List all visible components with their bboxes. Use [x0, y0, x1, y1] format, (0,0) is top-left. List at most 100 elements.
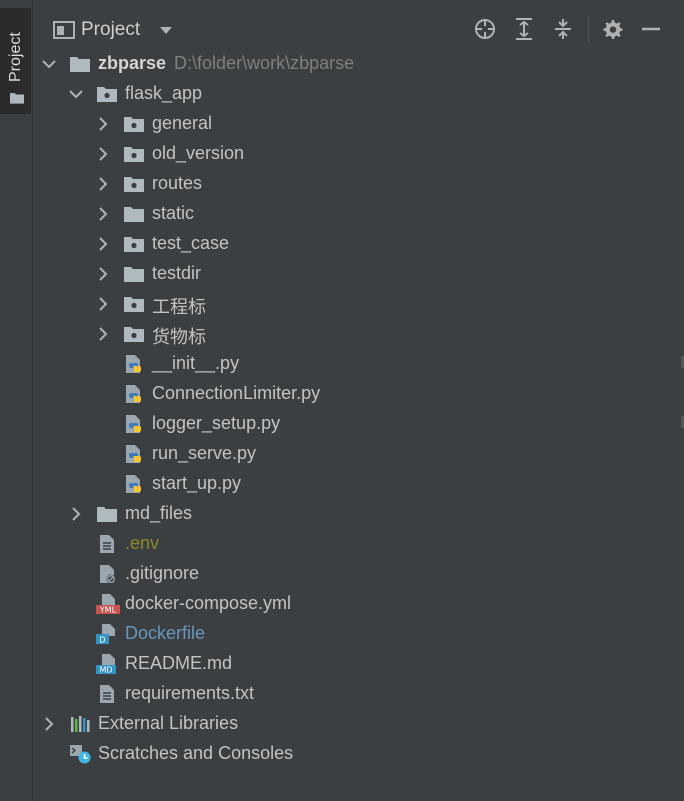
project-header: Project [33, 10, 684, 50]
folder-label: flask_app [125, 83, 203, 103]
file-label: .env [125, 533, 160, 553]
tree-node-gitignore[interactable]: .gitignore [33, 559, 684, 589]
folder-label: External Libraries [98, 713, 239, 733]
folder-label: old_version [152, 143, 245, 163]
chevron-down-icon[interactable] [42, 57, 56, 71]
chevron-right-icon[interactable] [69, 507, 83, 521]
tree-node-old-version[interactable]: old_version [33, 139, 684, 169]
file-label: start_up.py [152, 473, 242, 493]
chevron-right-icon[interactable] [96, 117, 110, 131]
package-folder-icon [123, 174, 145, 194]
yml-file-icon [96, 594, 120, 614]
locate-icon[interactable] [473, 17, 497, 41]
scratches-icon [70, 745, 91, 764]
tree-node-logger-setup[interactable]: logger_setup.py [33, 409, 684, 439]
tree-node-flask-app[interactable]: flask_app [33, 79, 684, 109]
tree-node-run-serve[interactable]: run_serve.py [33, 439, 684, 469]
package-folder-icon [123, 324, 145, 344]
chevron-down-icon[interactable] [159, 26, 173, 36]
package-folder-icon [123, 234, 145, 254]
folder-label: md_files [125, 503, 193, 523]
chevron-right-icon[interactable] [96, 297, 110, 311]
folder-label: static [152, 203, 195, 223]
chevron-right-icon[interactable] [96, 147, 110, 161]
tree-node-engineering-bid[interactable]: 工程标 [33, 289, 684, 319]
tool-window-strip: Project [0, 0, 33, 801]
python-file-icon [123, 474, 145, 494]
chevron-right-icon[interactable] [96, 177, 110, 191]
package-folder-icon [96, 84, 118, 104]
tree-node-testdir[interactable]: testdir [33, 259, 684, 289]
tree-node-md-files[interactable]: md_files [33, 499, 684, 529]
tree-node-init-py[interactable]: __init__.py [33, 349, 684, 379]
chevron-right-icon[interactable] [96, 207, 110, 221]
tree-node-scratches[interactable]: Scratches and Consoles [33, 739, 684, 769]
file-label: .gitignore [125, 563, 200, 583]
python-file-icon [123, 354, 145, 374]
root-folder-path: D:\folder\work\zbparse [174, 53, 355, 73]
expand-all-icon[interactable] [512, 17, 536, 41]
root-folder-label: zbparse D:\folder\work\zbparse [98, 53, 354, 74]
tree-node-root[interactable]: zbparse D:\folder\work\zbparse [33, 49, 684, 79]
chevron-right-icon[interactable] [96, 327, 110, 341]
tree-node-dockerfile[interactable]: Dockerfile [33, 619, 684, 649]
folder-label: general [152, 113, 213, 133]
project-view-icon [53, 21, 75, 39]
markdown-file-icon [96, 654, 120, 674]
tree-node-env[interactable]: .env [33, 529, 684, 559]
file-label: logger_setup.py [152, 413, 281, 433]
folder-label: routes [152, 173, 203, 193]
file-label: requirements.txt [125, 683, 255, 703]
settings-icon[interactable] [600, 17, 624, 41]
folder-icon [9, 91, 25, 105]
folder-icon [69, 54, 91, 74]
root-folder-name: zbparse [98, 53, 167, 73]
toolbar-separator [588, 16, 589, 42]
library-icon [71, 716, 90, 732]
ignore-file-icon [96, 564, 118, 584]
project-view-title[interactable]: Project [81, 19, 140, 41]
file-label: ConnectionLimiter.py [152, 383, 321, 403]
chevron-down-icon[interactable] [69, 87, 83, 101]
folder-label: 货物标 [152, 327, 206, 347]
package-folder-icon [123, 114, 145, 134]
tree-node-start-up[interactable]: start_up.py [33, 469, 684, 499]
hide-icon[interactable] [639, 17, 663, 41]
chevron-right-icon[interactable] [96, 267, 110, 281]
collapse-all-icon[interactable] [551, 17, 575, 41]
file-label: README.md [125, 653, 233, 673]
tree-node-docker-compose[interactable]: docker-compose.yml [33, 589, 684, 619]
text-file-icon [96, 684, 118, 704]
folder-label: testdir [152, 263, 202, 283]
folder-icon [96, 504, 118, 524]
tree-node-routes[interactable]: routes [33, 169, 684, 199]
tree-node-general[interactable]: general [33, 109, 684, 139]
package-folder-icon [123, 294, 145, 314]
tree-node-external-libraries[interactable]: External Libraries [33, 709, 684, 739]
tree-node-static[interactable]: static [33, 199, 684, 229]
python-file-icon [123, 414, 145, 434]
folder-icon [123, 204, 145, 224]
chevron-right-icon[interactable] [42, 717, 56, 731]
file-label: run_serve.py [152, 443, 257, 463]
tree-node-goods-bid[interactable]: 货物标 [33, 319, 684, 349]
package-folder-icon [123, 144, 145, 164]
file-label: __init__.py [152, 353, 240, 373]
folder-label: 工程标 [152, 297, 206, 317]
project-tool-window-tab[interactable]: Project [0, 8, 31, 114]
dockerfile-icon [96, 624, 120, 644]
file-label: docker-compose.yml [125, 593, 292, 613]
text-file-icon [96, 534, 118, 554]
folder-icon [123, 264, 145, 284]
tree-node-readme[interactable]: README.md [33, 649, 684, 679]
project-tab-label: Project [7, 32, 24, 82]
folder-label: Scratches and Consoles [98, 743, 294, 763]
python-file-icon [123, 384, 145, 404]
tree-node-requirements[interactable]: requirements.txt [33, 679, 684, 709]
python-file-icon [123, 444, 145, 464]
tree-node-test-case[interactable]: test_case [33, 229, 684, 259]
file-label: Dockerfile [125, 623, 206, 643]
chevron-right-icon[interactable] [96, 237, 110, 251]
tree-node-connection-limiter[interactable]: ConnectionLimiter.py [33, 379, 684, 409]
folder-label: test_case [152, 233, 230, 253]
